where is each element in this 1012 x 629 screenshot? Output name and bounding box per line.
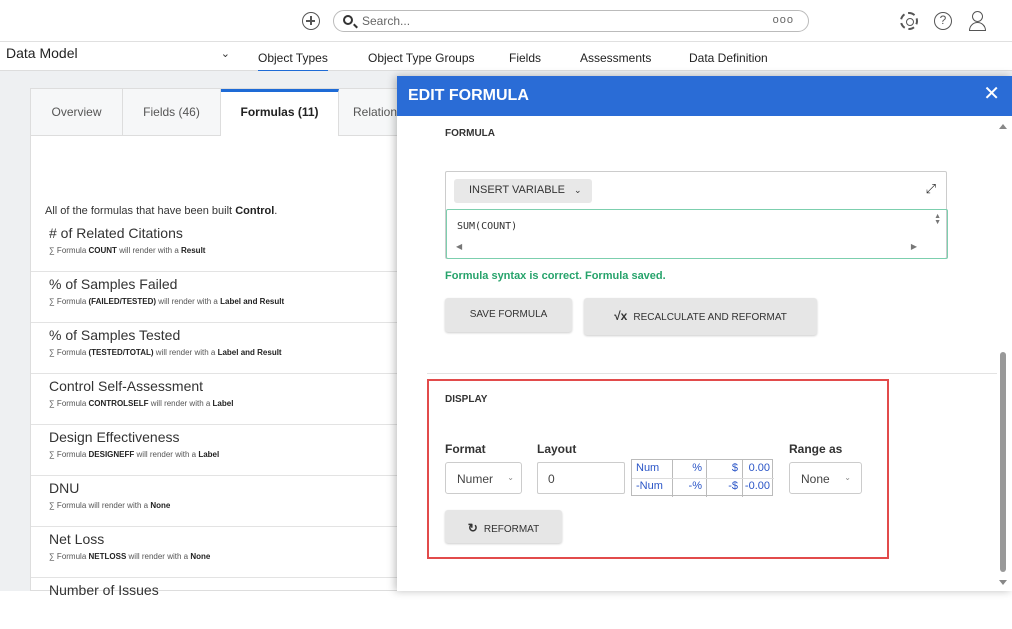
help-icon[interactable]: ?: [934, 12, 952, 30]
tab-formulas[interactable]: Formulas (11): [221, 89, 339, 136]
formula-list-item[interactable]: % of Samples Tested ∑ Formula (TESTED/TO…: [31, 323, 411, 374]
scroll-right-icon[interactable]: ▶: [911, 242, 917, 251]
formula-code-input[interactable]: SUM(COUNT) ◀ ▶ ▲ ▼: [446, 209, 948, 259]
formula-code: SUM(COUNT): [457, 221, 518, 232]
formula-title[interactable]: Number of Issues: [49, 582, 159, 598]
display-section-label: DISPLAY: [445, 394, 488, 405]
chevron-down-icon: ⌄: [844, 473, 851, 482]
close-icon[interactable]: ✕: [983, 84, 1000, 104]
search-options-button[interactable]: ooo: [773, 14, 794, 26]
formula-title[interactable]: Control Self-Assessment: [49, 378, 203, 394]
insert-variable-button[interactable]: INSERT VARIABLE ⌄: [454, 179, 592, 203]
format-select[interactable]: Numer ⌄: [445, 462, 522, 494]
reformat-button[interactable]: ↻ REFORMAT: [445, 510, 562, 543]
format-label: Format: [445, 442, 486, 456]
preview-cell: Num: [636, 462, 660, 474]
formula-title[interactable]: Design Effectiveness: [49, 429, 179, 445]
intro-text: All of the formulas that have been built: [45, 205, 233, 217]
nav-tab-fields[interactable]: Fields: [509, 51, 541, 65]
formula-section-label: FORMULA: [445, 128, 495, 139]
square-root-icon: √x: [614, 309, 628, 323]
formula-title[interactable]: DNU: [49, 480, 79, 496]
insert-variable-label: INSERT VARIABLE: [469, 184, 565, 196]
formula-title[interactable]: # of Related Citations: [49, 225, 183, 241]
range-as-label: Range as: [789, 442, 843, 456]
gear-icon[interactable]: [900, 12, 918, 30]
section-divider: [427, 373, 997, 374]
detail-tabs: Overview Fields (46) Formulas (11) Relat…: [31, 89, 411, 136]
formula-description: ∑ Formula will render with a None: [49, 501, 171, 510]
scroll-vertical-icon[interactable]: ▲ ▼: [934, 213, 941, 226]
formula-title[interactable]: % of Samples Tested: [49, 327, 180, 343]
formula-description: ∑ Formula NETLOSS will render with a Non…: [49, 552, 211, 561]
preview-cell: %: [692, 462, 702, 474]
chevron-down-icon: ⌄: [574, 185, 582, 195]
layout-input[interactable]: 0: [537, 462, 625, 494]
nav-tab-object-type-groups[interactable]: Object Type Groups: [368, 51, 475, 65]
formula-description: ∑ Formula COUNT will render with a Resul…: [49, 246, 206, 255]
formula-list-item[interactable]: % of Samples Failed ∑ Formula (FAILED/TE…: [31, 272, 411, 323]
top-bar: Search... ooo ?: [0, 0, 1012, 42]
layout-value: 0: [548, 472, 555, 486]
formula-description: ∑ Formula (FAILED/TESTED) will render wi…: [49, 297, 285, 306]
preview-cell: 0.00: [748, 462, 770, 474]
chevron-down-icon: ⌄: [507, 473, 514, 482]
formula-list-item[interactable]: Design Effectiveness ∑ Formula DESIGNEFF…: [31, 425, 411, 476]
range-as-select[interactable]: None ⌄: [789, 462, 862, 494]
panel-title: EDIT FORMULA: [408, 87, 529, 104]
syntax-status-message: Formula syntax is correct. Formula saved…: [445, 270, 666, 282]
format-value: Numer: [457, 472, 494, 486]
save-formula-button[interactable]: SAVE FORMULA: [445, 298, 572, 332]
save-formula-label: SAVE FORMULA: [469, 309, 548, 320]
preview-cell: -Num: [636, 480, 663, 492]
formula-list-item[interactable]: Net Loss ∑ Formula NETLOSS will render w…: [31, 527, 411, 578]
expand-icon[interactable]: ⤢: [926, 181, 936, 197]
tab-fields[interactable]: Fields (46): [123, 89, 221, 136]
data-model-dropdown[interactable]: Data Model ⌄: [6, 45, 232, 69]
search-placeholder: Search...: [362, 14, 411, 28]
main-nav: Data Model ⌄ Object Types Object Type Gr…: [0, 43, 1012, 73]
nav-tab-object-types[interactable]: Object Types: [258, 51, 328, 73]
object-type-detail-card: Overview Fields (46) Formulas (11) Relat…: [30, 88, 411, 598]
layout-label: Layout: [537, 442, 577, 456]
panel-header: EDIT FORMULA ✕: [397, 76, 1012, 116]
formula-description: ∑ Formula CONTROLSELF will render with a…: [49, 399, 234, 408]
formula-title[interactable]: Net Loss: [49, 531, 104, 547]
data-model-label: Data Model: [6, 45, 78, 61]
recalculate-label: RECALCULATE AND REFORMAT: [633, 312, 787, 323]
scroll-left-icon[interactable]: ◀: [456, 242, 462, 251]
add-icon[interactable]: [302, 12, 320, 30]
formula-description: ∑ Formula DESIGNEFF will render with a L…: [49, 450, 220, 459]
intro-object-name: Control: [235, 205, 275, 217]
search-icon: [343, 15, 353, 25]
formula-title[interactable]: % of Samples Failed: [49, 276, 177, 292]
formula-list-item[interactable]: Number of Issues: [31, 578, 411, 629]
refresh-icon: ↻: [467, 521, 478, 535]
reformat-label: REFORMAT: [483, 524, 540, 535]
formulas-intro: All of the formulas that have been built…: [45, 205, 278, 217]
tab-overview[interactable]: Overview: [31, 89, 123, 136]
scroll-down-icon[interactable]: [999, 580, 1007, 585]
formula-list-item[interactable]: DNU ∑ Formula will render with a None: [31, 476, 411, 527]
preview-cell: $: [731, 462, 738, 474]
panel-scrollbar[interactable]: [996, 116, 1012, 591]
edit-formula-panel: EDIT FORMULA ✕ FORMULA INSERT VARIABLE ⌄…: [397, 76, 1012, 591]
range-as-value: None: [801, 472, 830, 486]
formula-editor: INSERT VARIABLE ⌄ ⤢ SUM(COUNT) ◀ ▶ ▲ ▼: [445, 171, 948, 259]
scroll-up-icon[interactable]: [999, 124, 1007, 129]
formula-description: ∑ Formula (TESTED/TOTAL) will render wit…: [49, 348, 282, 357]
chevron-down-icon: ⌄: [220, 48, 230, 60]
formula-list-item[interactable]: # of Related Citations ∑ Formula COUNT w…: [31, 221, 411, 272]
nav-tab-data-definition[interactable]: Data Definition: [689, 51, 768, 65]
user-icon[interactable]: [968, 11, 988, 31]
preview-cell: -0.00: [744, 480, 770, 492]
recalculate-reformat-button[interactable]: √x RECALCULATE AND REFORMAT: [584, 298, 817, 335]
formula-list-item[interactable]: Control Self-Assessment ∑ Formula CONTRO…: [31, 374, 411, 425]
nav-tab-assessments[interactable]: Assessments: [580, 51, 651, 65]
search-input[interactable]: Search... ooo: [333, 10, 809, 32]
preview-cell: -$: [728, 480, 738, 492]
preview-cell: -%: [688, 480, 702, 492]
scroll-thumb[interactable]: [1000, 352, 1006, 572]
format-preview: Num % $ 0.00 -Num -% -$ -0.00: [631, 459, 774, 497]
